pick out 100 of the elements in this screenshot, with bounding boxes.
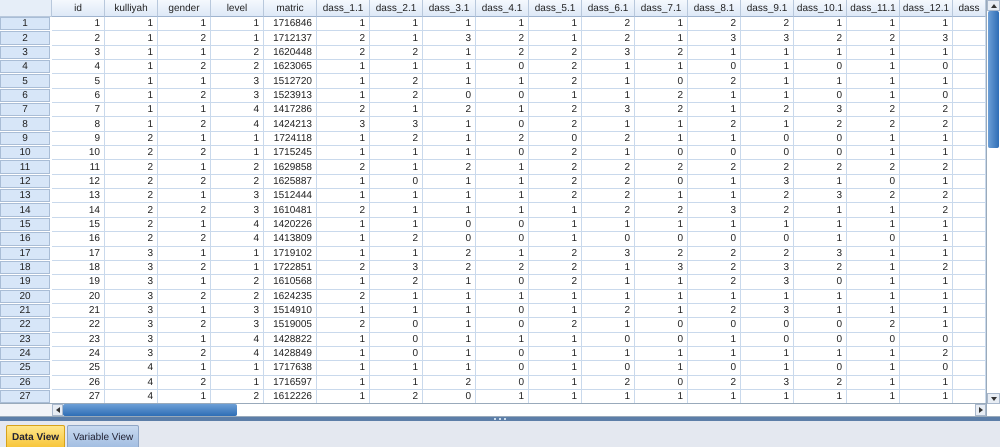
table-cell: 2 — [105, 203, 158, 218]
table-cell: 0 — [635, 74, 688, 89]
table-cell: 1 — [105, 117, 158, 132]
scroll-up-button[interactable] — [987, 0, 1000, 11]
row-header[interactable]: 2 — [0, 31, 50, 45]
row-header[interactable]: 22 — [0, 318, 50, 332]
table-cell: 1 — [370, 103, 423, 118]
row-header[interactable]: 20 — [0, 290, 50, 303]
row-header[interactable]: 13 — [0, 189, 50, 202]
row-header[interactable]: 9 — [0, 132, 50, 146]
table-cell: 2 — [741, 246, 794, 261]
row-header[interactable]: 5 — [0, 74, 50, 88]
row-header[interactable]: 14 — [0, 203, 50, 217]
row-header[interactable]: 16 — [0, 232, 50, 246]
table-cell: 1 — [635, 218, 688, 232]
column-header[interactable]: kulliyah — [105, 0, 158, 17]
table-cell: 0 — [476, 275, 529, 290]
column-header[interactable]: dass — [953, 0, 986, 17]
column-header[interactable]: dass_11.1 — [847, 0, 900, 17]
table-cell: 3 — [423, 31, 476, 46]
column-header[interactable]: dass_10.1 — [794, 0, 847, 17]
table-cell: 2 — [741, 160, 794, 175]
column-header[interactable]: dass_6.1 — [582, 0, 635, 17]
table-cell: 0 — [582, 361, 635, 376]
row-header[interactable]: 21 — [0, 304, 50, 318]
table-cell: 0 — [688, 361, 741, 376]
row-header[interactable]: 27 — [0, 390, 50, 403]
table-cell: 1 — [847, 132, 900, 146]
row-header[interactable]: 26 — [0, 376, 50, 389]
column-header[interactable]: id — [52, 0, 105, 17]
table-cell: 6 — [52, 88, 105, 104]
table-cell: 1 — [423, 275, 476, 290]
row-header[interactable]: 25 — [0, 361, 50, 375]
column-header[interactable]: dass_1.1 — [317, 0, 370, 17]
scroll-left-button[interactable] — [52, 404, 63, 416]
column-header[interactable]: dass_3.1 — [423, 0, 476, 17]
scroll-down-button[interactable] — [987, 393, 1000, 404]
column-header[interactable]: dass_8.1 — [688, 0, 741, 17]
column-header[interactable]: level — [211, 0, 264, 17]
row-header[interactable]: 23 — [0, 332, 50, 346]
table-cell: 2 — [847, 318, 900, 333]
row-header[interactable]: 24 — [0, 346, 50, 360]
vertical-scrollbar-thumb[interactable] — [988, 11, 999, 148]
table-cell: 2 — [794, 260, 847, 276]
row-header[interactable]: 19 — [0, 275, 50, 289]
table-cell: 22 — [52, 318, 105, 333]
column-header[interactable]: dass_9.1 — [741, 0, 794, 17]
horizontal-scrollbar-thumb[interactable] — [63, 404, 237, 416]
column-header[interactable]: gender — [158, 0, 211, 17]
table-cell: 1 — [423, 174, 476, 190]
table-cell: 2 — [794, 376, 847, 390]
row-header[interactable]: 4 — [0, 60, 50, 74]
table-cell: 1 — [317, 60, 370, 74]
table-cell: 2 — [105, 232, 158, 246]
row-header[interactable]: 1 — [0, 17, 50, 30]
table-cell: 1 — [741, 74, 794, 89]
row-header[interactable]: 17 — [0, 246, 50, 260]
view-tab[interactable]: Variable View — [67, 425, 140, 447]
table-cell: 18 — [52, 260, 105, 276]
table-cell: 1 — [635, 304, 688, 318]
row-header[interactable]: 11 — [0, 160, 50, 174]
row-header[interactable]: 8 — [0, 117, 50, 131]
table-cell: 2 — [635, 46, 688, 60]
table-cell: 2 — [900, 260, 953, 276]
table-cell: 2 — [582, 17, 635, 32]
table-cell: 1 — [794, 346, 847, 362]
row-header[interactable]: 7 — [0, 103, 50, 116]
table-cell: 1 — [476, 332, 529, 347]
row-header[interactable]: 15 — [0, 218, 50, 232]
row-header[interactable]: 3 — [0, 46, 50, 60]
column-header[interactable]: dass_7.1 — [635, 0, 688, 17]
table-cell: 1 — [900, 275, 953, 290]
table-cell: 1 — [847, 246, 900, 261]
column-header[interactable]: dass_5.1 — [529, 0, 582, 17]
table-cell: 1 — [158, 189, 211, 204]
table-cell: 1624235 — [264, 290, 317, 304]
column-header[interactable]: matric — [264, 0, 317, 17]
scroll-right-button[interactable] — [975, 404, 986, 416]
table-cell: 1 — [370, 160, 423, 175]
column-header[interactable]: dass_4.1 — [476, 0, 529, 17]
row-header[interactable]: 10 — [0, 146, 50, 160]
table-cell: 1417286 — [264, 103, 317, 118]
table-cell: 1428849 — [264, 346, 317, 362]
row-header[interactable]: 6 — [0, 88, 50, 102]
table-cell: 1 — [105, 88, 158, 104]
table-cell: 2 — [158, 260, 211, 276]
table-cell: 1 — [688, 218, 741, 232]
column-header[interactable]: dass_12.1 — [900, 0, 953, 17]
row-header[interactable]: 18 — [0, 260, 50, 274]
table-cell: 1724118 — [264, 132, 317, 146]
row-header[interactable]: 12 — [0, 174, 50, 188]
table-cell: 1 — [317, 361, 370, 376]
table-cell: 3 — [582, 246, 635, 261]
table-cell: 2 — [317, 31, 370, 46]
table-cell: 1 — [900, 146, 953, 160]
column-header[interactable]: dass_2.1 — [370, 0, 423, 17]
table-cell: 1 — [688, 132, 741, 146]
table-cell: 2 — [688, 246, 741, 261]
table-cell: 1 — [900, 246, 953, 261]
view-tab[interactable]: Data View — [6, 425, 66, 447]
